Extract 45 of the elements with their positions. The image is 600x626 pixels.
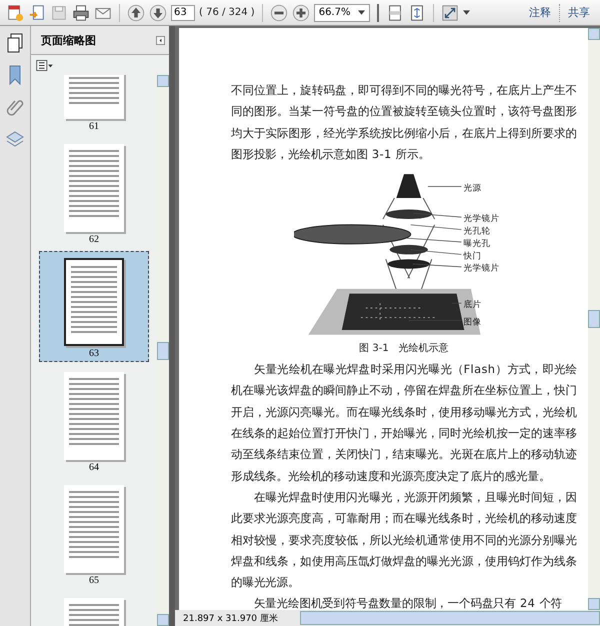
paragraph: 不同位置上，旋转码盘，即可得到不同的曝光符号，在底片上产生不同的图形。当某一符号盘的位置被旋转至镜头位置时，该符号盘图形均大于实际图形，经光学系统按比例缩小后，在底片上得到所要求的图形投影，光绘机示意如图 3-1 所示。 — [231, 82, 577, 163]
leader-line — [410, 250, 462, 255]
pages-icon[interactable] — [5, 32, 25, 54]
page-size-text: 21.897 x 31.970 厘米 — [182, 612, 279, 624]
page-thumbnail[interactable]: 64 — [39, 366, 149, 475]
figure-label: 底片 — [463, 300, 482, 310]
panel-title: 页面缩略图 — [41, 32, 97, 48]
caret-icon[interactable] — [462, 10, 470, 15]
figure-caption: 图 3-1 光绘机示意 — [359, 342, 449, 356]
figure-label: 光学镜片 — [463, 264, 500, 274]
page-thumbnail[interactable]: 65 — [39, 479, 149, 588]
print-icon[interactable] — [72, 4, 90, 22]
toolbar-link[interactable]: 注释 — [525, 5, 555, 20]
caret-icon — [358, 10, 365, 15]
horizontal-scrollbar[interactable] — [300, 611, 600, 625]
paragraph: 在曝光焊盘时使用闪光曝光，光源开闭频繁，且曝光时间短，因此要求光源亮度高，可靠耐用；而在曝光线条时，光绘机的移动速度相对较慢，要求亮度较低，所以光绘机通常使用不同的光源分别曝光焊盘和线条，如使用高压氙灯做焊盘的曝光光源，使用钨灯作为线条的曝光光源。 — [231, 488, 577, 592]
paragraph: 矢量光绘机在曝光焊盘时采用闪光曝光（Flash）方式，即光绘机在曝光该焊盘的瞬间静止不动，停留在焊盘所在坐标位置上，快门开启，光源闪亮曝光。而在曝光线条时，使用移动曝光方式，光绘机在线条的起始位置打开快门，开始曝光，同时光绘机按一定的速率移动至线条结束位置，关闭快门，结束曝光。光斑在底片上的移动轨迹形成线条。光绘机的移动速度和光源亮度决定了底片的感光量。 — [231, 361, 577, 485]
figure-label: 光学镜片 — [463, 214, 500, 224]
page-count: ( 76 / 324 ) — [199, 7, 255, 18]
leader-line — [428, 186, 462, 188]
paragraph: 矢量光绘图机受到符号盘数量的限制，一个码盘只有 24 个符 — [252, 595, 564, 610]
zoom-dropdown[interactable]: 66.7% — [314, 4, 370, 22]
document-arrow-icon[interactable] — [28, 4, 46, 22]
figure-label: 快门 — [463, 251, 482, 262]
figure-label: 光源 — [463, 184, 482, 194]
collapse-icon[interactable] — [156, 36, 165, 44]
page-thumbnail[interactable]: 62 — [39, 138, 149, 247]
zoom-out-icon[interactable] — [270, 4, 288, 22]
page-thumbnail[interactable]: 61 — [39, 75, 149, 134]
figure-label: 曝光孔 — [463, 239, 490, 250]
options-menu-icon[interactable] — [36, 60, 53, 70]
figure-label: 光孔轮 — [463, 226, 490, 237]
page-thumbnail[interactable]: 63 — [39, 251, 149, 362]
leader-line — [410, 224, 462, 230]
scroll-thumb[interactable] — [588, 310, 600, 328]
toolbar-link[interactable]: 共享 — [564, 5, 594, 20]
zoom-in-icon[interactable] — [292, 4, 310, 22]
figure-label: 图像 — [463, 317, 482, 328]
leader-line — [406, 238, 462, 243]
leader-line — [413, 213, 462, 218]
page-number-field[interactable]: 63 — [171, 4, 195, 20]
create-pdf-icon[interactable] — [6, 4, 24, 22]
full-screen-icon[interactable] — [440, 4, 459, 22]
scroll-thumb[interactable] — [157, 342, 169, 360]
leader-line — [412, 264, 462, 268]
